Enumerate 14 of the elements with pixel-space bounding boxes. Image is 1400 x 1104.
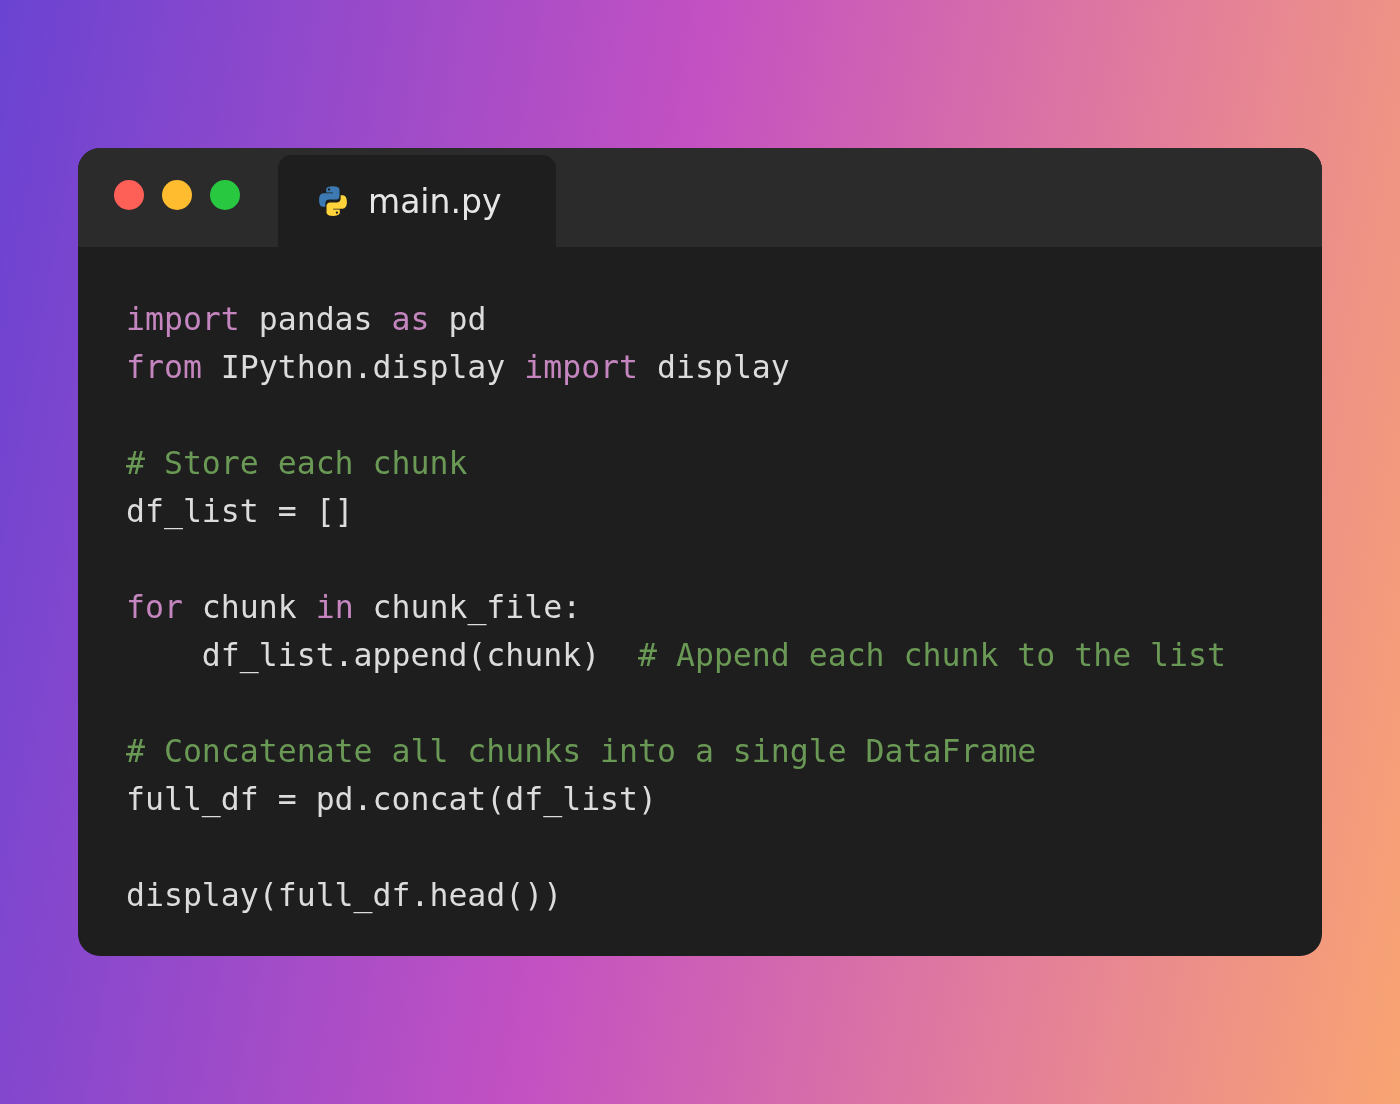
code-line: for chunk in chunk_file: — [126, 588, 583, 628]
maximize-button[interactable] — [210, 180, 240, 210]
code-line: import pandas as pd — [126, 300, 488, 339]
code-line: from IPython.display import display — [126, 348, 791, 387]
code-line: df_list = [] — [126, 492, 355, 532]
file-tab[interactable]: main.py — [278, 155, 556, 247]
python-logo-icon — [316, 184, 350, 218]
close-button[interactable] — [114, 180, 144, 210]
code-line: full_df = pd.concat(df_list) — [126, 780, 658, 820]
minimize-button[interactable] — [162, 180, 192, 210]
code-line: # Concatenate all chunks into a single DataFrame — [126, 732, 1038, 771]
code-line: df_list.append(chunk) # Append each chunk to the list — [200, 636, 1227, 676]
code-line: display(full_df.head()) — [126, 876, 564, 916]
code-line: # Store each chunk — [126, 444, 469, 483]
